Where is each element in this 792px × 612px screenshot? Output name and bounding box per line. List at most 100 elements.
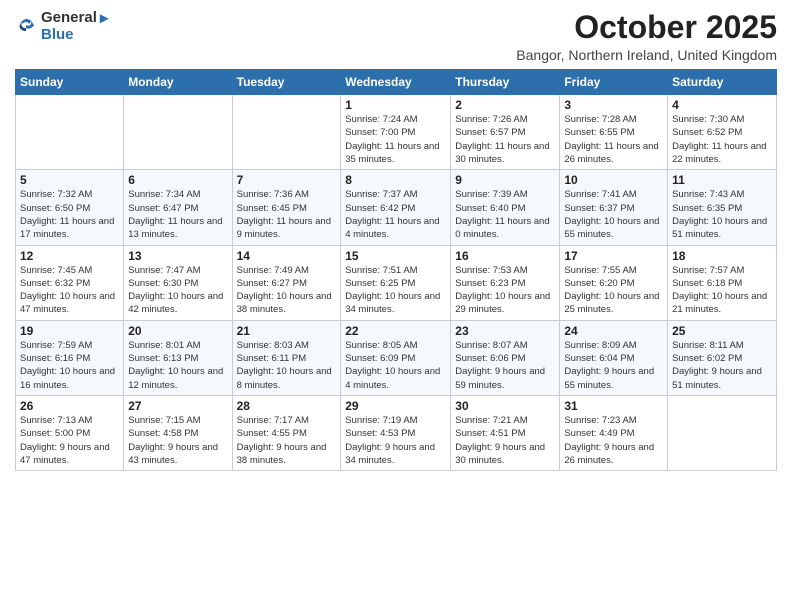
day-number: 16 xyxy=(455,249,555,263)
weekday-header-row: Sunday Monday Tuesday Wednesday Thursday… xyxy=(16,70,777,95)
day-detail: Sunrise: 7:41 AMSunset: 6:37 PMDaylight:… xyxy=(564,188,663,241)
table-row: 11Sunrise: 7:43 AMSunset: 6:35 PMDayligh… xyxy=(668,170,777,245)
day-number: 21 xyxy=(237,324,337,338)
table-row: 1Sunrise: 7:24 AMSunset: 7:00 PMDaylight… xyxy=(341,95,451,170)
day-detail: Sunrise: 8:05 AMSunset: 6:09 PMDaylight:… xyxy=(345,339,446,392)
table-row: 17Sunrise: 7:55 AMSunset: 6:20 PMDayligh… xyxy=(560,245,668,320)
day-number: 28 xyxy=(237,399,337,413)
table-row xyxy=(668,395,777,470)
day-detail: Sunrise: 7:30 AMSunset: 6:52 PMDaylight:… xyxy=(672,113,772,166)
day-number: 18 xyxy=(672,249,772,263)
table-row: 22Sunrise: 8:05 AMSunset: 6:09 PMDayligh… xyxy=(341,320,451,395)
header-friday: Friday xyxy=(560,70,668,95)
day-detail: Sunrise: 8:11 AMSunset: 6:02 PMDaylight:… xyxy=(672,339,772,392)
table-row: 30Sunrise: 7:21 AMSunset: 4:51 PMDayligh… xyxy=(451,395,560,470)
location-title: Bangor, Northern Ireland, United Kingdom xyxy=(516,47,777,63)
day-detail: Sunrise: 7:45 AMSunset: 6:32 PMDaylight:… xyxy=(20,264,119,317)
table-row: 21Sunrise: 8:03 AMSunset: 6:11 PMDayligh… xyxy=(232,320,341,395)
day-number: 4 xyxy=(672,98,772,112)
header-monday: Monday xyxy=(124,70,232,95)
table-row: 4Sunrise: 7:30 AMSunset: 6:52 PMDaylight… xyxy=(668,95,777,170)
day-number: 19 xyxy=(20,324,119,338)
day-detail: Sunrise: 7:43 AMSunset: 6:35 PMDaylight:… xyxy=(672,188,772,241)
day-number: 29 xyxy=(345,399,446,413)
day-number: 11 xyxy=(672,173,772,187)
logo: General ► Blue xyxy=(15,10,112,42)
day-number: 14 xyxy=(237,249,337,263)
day-number: 10 xyxy=(564,173,663,187)
day-number: 1 xyxy=(345,98,446,112)
calendar-week-row: 26Sunrise: 7:13 AMSunset: 5:00 PMDayligh… xyxy=(16,395,777,470)
table-row: 29Sunrise: 7:19 AMSunset: 4:53 PMDayligh… xyxy=(341,395,451,470)
day-number: 22 xyxy=(345,324,446,338)
day-detail: Sunrise: 7:49 AMSunset: 6:27 PMDaylight:… xyxy=(237,264,337,317)
calendar-week-row: 1Sunrise: 7:24 AMSunset: 7:00 PMDaylight… xyxy=(16,95,777,170)
day-number: 3 xyxy=(564,98,663,112)
month-title: October 2025 xyxy=(516,10,777,45)
day-detail: Sunrise: 7:57 AMSunset: 6:18 PMDaylight:… xyxy=(672,264,772,317)
table-row: 15Sunrise: 7:51 AMSunset: 6:25 PMDayligh… xyxy=(341,245,451,320)
calendar-week-row: 5Sunrise: 7:32 AMSunset: 6:50 PMDaylight… xyxy=(16,170,777,245)
day-detail: Sunrise: 7:59 AMSunset: 6:16 PMDaylight:… xyxy=(20,339,119,392)
table-row: 6Sunrise: 7:34 AMSunset: 6:47 PMDaylight… xyxy=(124,170,232,245)
header-sunday: Sunday xyxy=(16,70,124,95)
calendar-week-row: 12Sunrise: 7:45 AMSunset: 6:32 PMDayligh… xyxy=(16,245,777,320)
day-number: 2 xyxy=(455,98,555,112)
table-row: 26Sunrise: 7:13 AMSunset: 5:00 PMDayligh… xyxy=(16,395,124,470)
day-detail: Sunrise: 7:23 AMSunset: 4:49 PMDaylight:… xyxy=(564,414,663,467)
table-row: 14Sunrise: 7:49 AMSunset: 6:27 PMDayligh… xyxy=(232,245,341,320)
table-row: 12Sunrise: 7:45 AMSunset: 6:32 PMDayligh… xyxy=(16,245,124,320)
table-row: 23Sunrise: 8:07 AMSunset: 6:06 PMDayligh… xyxy=(451,320,560,395)
logo-icon-arrow: ► xyxy=(97,10,112,27)
table-row: 16Sunrise: 7:53 AMSunset: 6:23 PMDayligh… xyxy=(451,245,560,320)
table-row: 5Sunrise: 7:32 AMSunset: 6:50 PMDaylight… xyxy=(16,170,124,245)
table-row: 10Sunrise: 7:41 AMSunset: 6:37 PMDayligh… xyxy=(560,170,668,245)
logo-text: General ► Blue xyxy=(41,10,112,42)
day-detail: Sunrise: 7:53 AMSunset: 6:23 PMDaylight:… xyxy=(455,264,555,317)
day-number: 7 xyxy=(237,173,337,187)
day-number: 15 xyxy=(345,249,446,263)
table-row: 24Sunrise: 8:09 AMSunset: 6:04 PMDayligh… xyxy=(560,320,668,395)
table-row: 31Sunrise: 7:23 AMSunset: 4:49 PMDayligh… xyxy=(560,395,668,470)
logo-general: General xyxy=(41,10,97,27)
title-block: October 2025 Bangor, Northern Ireland, U… xyxy=(516,10,777,63)
day-number: 26 xyxy=(20,399,119,413)
table-row: 20Sunrise: 8:01 AMSunset: 6:13 PMDayligh… xyxy=(124,320,232,395)
table-row: 13Sunrise: 7:47 AMSunset: 6:30 PMDayligh… xyxy=(124,245,232,320)
day-number: 31 xyxy=(564,399,663,413)
table-row: 2Sunrise: 7:26 AMSunset: 6:57 PMDaylight… xyxy=(451,95,560,170)
day-number: 9 xyxy=(455,173,555,187)
header-wednesday: Wednesday xyxy=(341,70,451,95)
day-detail: Sunrise: 7:39 AMSunset: 6:40 PMDaylight:… xyxy=(455,188,555,241)
calendar-week-row: 19Sunrise: 7:59 AMSunset: 6:16 PMDayligh… xyxy=(16,320,777,395)
day-detail: Sunrise: 8:03 AMSunset: 6:11 PMDaylight:… xyxy=(237,339,337,392)
header: General ► Blue October 2025 Bangor, Nort… xyxy=(15,10,777,63)
day-number: 12 xyxy=(20,249,119,263)
day-detail: Sunrise: 7:34 AMSunset: 6:47 PMDaylight:… xyxy=(128,188,227,241)
table-row: 9Sunrise: 7:39 AMSunset: 6:40 PMDaylight… xyxy=(451,170,560,245)
table-row: 19Sunrise: 7:59 AMSunset: 6:16 PMDayligh… xyxy=(16,320,124,395)
day-detail: Sunrise: 7:36 AMSunset: 6:45 PMDaylight:… xyxy=(237,188,337,241)
header-thursday: Thursday xyxy=(451,70,560,95)
day-detail: Sunrise: 7:55 AMSunset: 6:20 PMDaylight:… xyxy=(564,264,663,317)
page: General ► Blue October 2025 Bangor, Nort… xyxy=(0,0,792,612)
calendar-table: Sunday Monday Tuesday Wednesday Thursday… xyxy=(15,69,777,471)
day-detail: Sunrise: 7:19 AMSunset: 4:53 PMDaylight:… xyxy=(345,414,446,467)
day-number: 25 xyxy=(672,324,772,338)
table-row xyxy=(16,95,124,170)
day-number: 30 xyxy=(455,399,555,413)
day-number: 13 xyxy=(128,249,227,263)
day-number: 23 xyxy=(455,324,555,338)
day-number: 17 xyxy=(564,249,663,263)
day-detail: Sunrise: 8:09 AMSunset: 6:04 PMDaylight:… xyxy=(564,339,663,392)
day-number: 5 xyxy=(20,173,119,187)
day-number: 27 xyxy=(128,399,227,413)
header-saturday: Saturday xyxy=(668,70,777,95)
table-row xyxy=(124,95,232,170)
day-detail: Sunrise: 7:47 AMSunset: 6:30 PMDaylight:… xyxy=(128,264,227,317)
day-detail: Sunrise: 7:13 AMSunset: 5:00 PMDaylight:… xyxy=(20,414,119,467)
table-row: 18Sunrise: 7:57 AMSunset: 6:18 PMDayligh… xyxy=(668,245,777,320)
calendar-body: 1Sunrise: 7:24 AMSunset: 7:00 PMDaylight… xyxy=(16,95,777,471)
table-row: 3Sunrise: 7:28 AMSunset: 6:55 PMDaylight… xyxy=(560,95,668,170)
table-row: 27Sunrise: 7:15 AMSunset: 4:58 PMDayligh… xyxy=(124,395,232,470)
